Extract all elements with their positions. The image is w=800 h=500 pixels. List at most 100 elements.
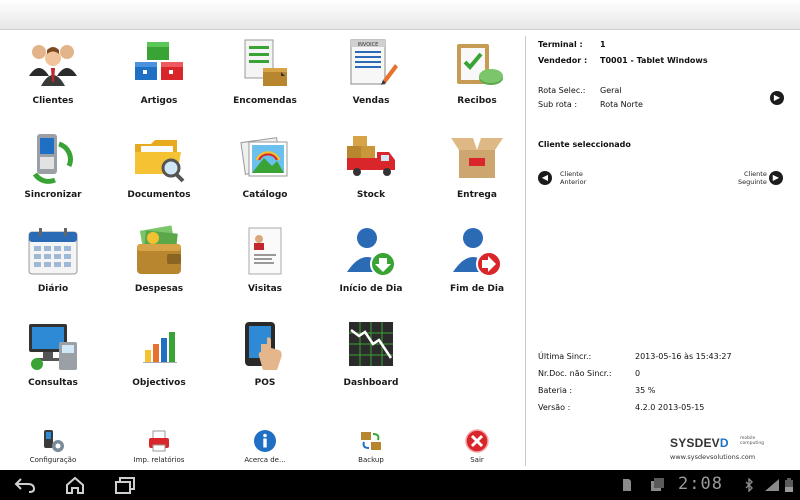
visit-card-icon [248, 227, 282, 275]
settings-label: Configuração [29, 456, 77, 464]
tile-documentos[interactable]: Documentos [106, 130, 212, 220]
clients-icon [29, 45, 77, 86]
arrow-left-icon: ◀ [538, 171, 552, 185]
tile-stock[interactable]: Stock [318, 130, 424, 220]
nrdoc-value: 0 [635, 369, 641, 378]
back-icon[interactable] [14, 476, 36, 494]
orders-icon [244, 39, 287, 86]
tile-label: Entrega [457, 190, 497, 200]
versao-value: 4.2.0 2013-05-15 [635, 403, 705, 412]
previous-client-button[interactable]: ◀ Cliente Anterior [538, 170, 586, 186]
next-client-button[interactable]: Cliente Seguinte ▶ [738, 170, 783, 186]
panel-divider [525, 36, 526, 466]
prev-label-2: Anterior [560, 178, 587, 186]
tile-consultas[interactable]: Consultas [0, 318, 106, 408]
tile-label: Dashboard [343, 378, 399, 388]
tile-fim-de-dia[interactable]: Fim de Dia [424, 224, 530, 314]
terminal-value: 1 [600, 40, 606, 49]
sd-card-icon [623, 479, 631, 491]
tile-clientes[interactable]: Clientes [0, 36, 106, 126]
tile-pos[interactable]: POS [212, 318, 318, 408]
system-bar: 2:08 [0, 470, 800, 500]
bateria-label: Bateria : [538, 386, 573, 395]
print-reports-button[interactable]: Imp. relatórios [106, 428, 212, 464]
title-bar [0, 0, 800, 30]
bar-chart-icon [143, 332, 177, 363]
tile-objectivos[interactable]: Objectivos [106, 318, 212, 408]
terminal-label: Terminal : [538, 40, 583, 49]
vendedor-label: Vendedor : [538, 56, 588, 65]
exit-button[interactable]: Sair [424, 428, 530, 464]
arrow-right-icon: ▶ [768, 171, 783, 185]
home-icon[interactable] [64, 476, 86, 494]
settings-button[interactable]: Configuração [0, 428, 106, 464]
tile-label: Recibos [457, 96, 497, 106]
rota-value: Geral [600, 86, 622, 95]
printer-icon [149, 430, 169, 452]
tile-label: Vendas [352, 96, 390, 106]
day-end-icon [453, 228, 502, 277]
truck-icon [347, 136, 395, 176]
tile-label: Clientes [32, 96, 74, 106]
sysdev-logo: SYSDEVD mobile computing www.sysdevsolut… [670, 436, 770, 470]
brand-main: SYSDEV [670, 436, 720, 450]
dashboard-chart-icon [349, 322, 393, 366]
route-next-button[interactable]: ▶ [770, 91, 784, 105]
notification-icon [651, 478, 664, 491]
bottom-toolbar: Configuração Imp. relatórios Acerca de..… [0, 428, 530, 468]
versao-label: Versão : [538, 403, 571, 412]
rota-label: Rota Selec.: [538, 86, 586, 95]
wallet-icon [137, 225, 181, 274]
touch-terminal-icon [245, 322, 282, 370]
battery-icon [785, 478, 793, 492]
status-clock: 2:08 [678, 474, 723, 494]
bluetooth-icon [745, 478, 753, 492]
main-screen: Clientes Artigos Encomendas INVOICE Vend… [0, 30, 800, 470]
tile-diario[interactable]: Diário [0, 224, 106, 314]
tile-label: Início de Dia [339, 284, 403, 294]
wifi-icon [765, 479, 779, 491]
subrota-label: Sub rota : [538, 100, 578, 109]
cliente-title: Cliente seleccionado [538, 140, 631, 149]
brand-accent: D [719, 436, 729, 450]
tile-label: Objectivos [132, 378, 186, 388]
tile-label: Encomendas [233, 96, 297, 106]
tile-label: Fim de Dia [449, 284, 505, 294]
tile-dashboard[interactable]: Dashboard [318, 318, 424, 408]
tile-entrega[interactable]: Entrega [424, 130, 530, 220]
box-icon [451, 138, 503, 178]
tile-catalogo[interactable]: Catálogo [212, 130, 318, 220]
monitor-icon [29, 324, 77, 370]
tile-artigos[interactable]: Artigos [106, 36, 212, 126]
tile-label: Visitas [247, 284, 283, 294]
tile-sincronizar[interactable]: Sincronizar [0, 130, 106, 220]
tile-encomendas[interactable]: Encomendas [212, 36, 318, 126]
articles-icon [135, 42, 183, 80]
next-label-2: Seguinte [738, 178, 767, 186]
tile-inicio-de-dia[interactable]: Início de Dia [318, 224, 424, 314]
tile-label: Diário [37, 284, 69, 294]
nrdoc-label: Nr.Doc. não Sincr.: [538, 369, 612, 378]
info-panel: Terminal : 1 Vendedor : T0001 - Tablet W… [538, 38, 790, 468]
invoice-icon: INVOICE [350, 39, 398, 85]
recent-apps-icon[interactable] [114, 476, 136, 494]
ultima-sincr-value: 2013-05-16 às 15:43:27 [635, 352, 732, 361]
brand-url: www.sysdevsolutions.com [670, 453, 756, 461]
prev-label-1: Cliente [560, 170, 583, 178]
next-label-1: Cliente [744, 170, 767, 178]
tile-visitas[interactable]: Visitas [212, 224, 318, 314]
subrota-value: Rota Norte [600, 100, 643, 109]
backup-button[interactable]: Backup [318, 428, 424, 464]
tile-recibos[interactable]: Recibos [424, 36, 530, 126]
about-button[interactable]: Acerca de... [212, 428, 318, 464]
tile-despesas[interactable]: Despesas [106, 224, 212, 314]
tile-label: Consultas [28, 378, 78, 388]
backup-label: Backup [358, 456, 384, 464]
calendar-icon [28, 228, 78, 275]
tile-vendas[interactable]: INVOICE Vendas [318, 36, 424, 126]
folder-icon [135, 140, 185, 183]
tile-label: Artigos [140, 96, 178, 106]
tile-label: Despesas [134, 284, 184, 294]
tile-label: Catálogo [242, 190, 288, 200]
sync-icon [32, 134, 73, 184]
